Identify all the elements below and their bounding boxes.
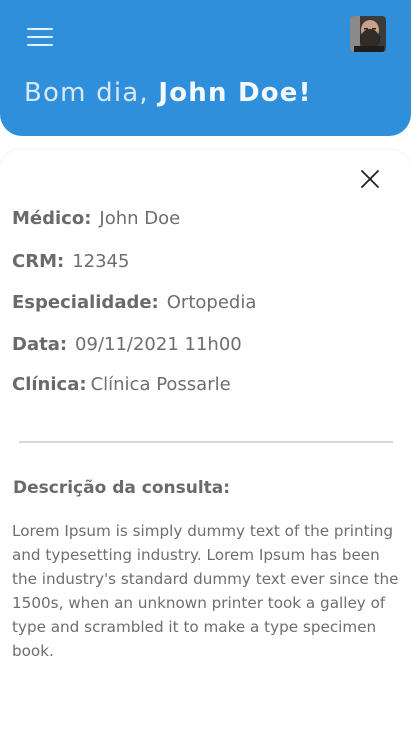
clinic-value: Clínica Possarle (90, 374, 231, 395)
user-avatar-icon (350, 16, 386, 52)
doctor-row: Médico: John Doe (12, 208, 180, 229)
date-value: 09/11/2021 11h00 (75, 334, 242, 355)
doctor-value: John Doe (99, 208, 181, 229)
specialty-value: Ortopedia (166, 292, 257, 313)
hamburger-menu-icon[interactable] (24, 24, 56, 52)
clinic-label: Clínica: (12, 374, 87, 395)
app-screen: Bom dia, John Doe! Médico: John Doe CRM: 1… (0, 0, 411, 731)
menu-bar (27, 44, 53, 46)
description-text: Lorem Ipsum is simply dummy text of the … (12, 522, 399, 660)
greeting-user-name: John Doe! (158, 78, 312, 108)
specialty-row: Especialidade: Ortopedia (12, 292, 256, 313)
date-label: Data: (12, 334, 68, 355)
crm-label: CRM: (12, 251, 65, 272)
avatar[interactable] (350, 16, 386, 52)
divider (19, 441, 393, 443)
crm-value: 12345 (72, 251, 130, 272)
specialty-label: Especialidade: (12, 292, 159, 313)
close-icon[interactable] (356, 165, 384, 193)
description-title: Descrição da consulta: (13, 478, 231, 498)
crm-row: CRM: 12345 (12, 251, 129, 272)
menu-bar (27, 36, 53, 38)
header: Bom dia, John Doe! (0, 0, 411, 136)
greeting-prefix: Bom dia, (24, 78, 149, 108)
menu-bar (27, 28, 53, 30)
doctor-label: Médico: (12, 208, 92, 229)
date-row: Data: 09/11/2021 11h00 (12, 334, 242, 355)
clinic-row: Clínica: Clínica Possarle (12, 374, 231, 395)
greeting: Bom dia, John Doe! (24, 78, 312, 108)
